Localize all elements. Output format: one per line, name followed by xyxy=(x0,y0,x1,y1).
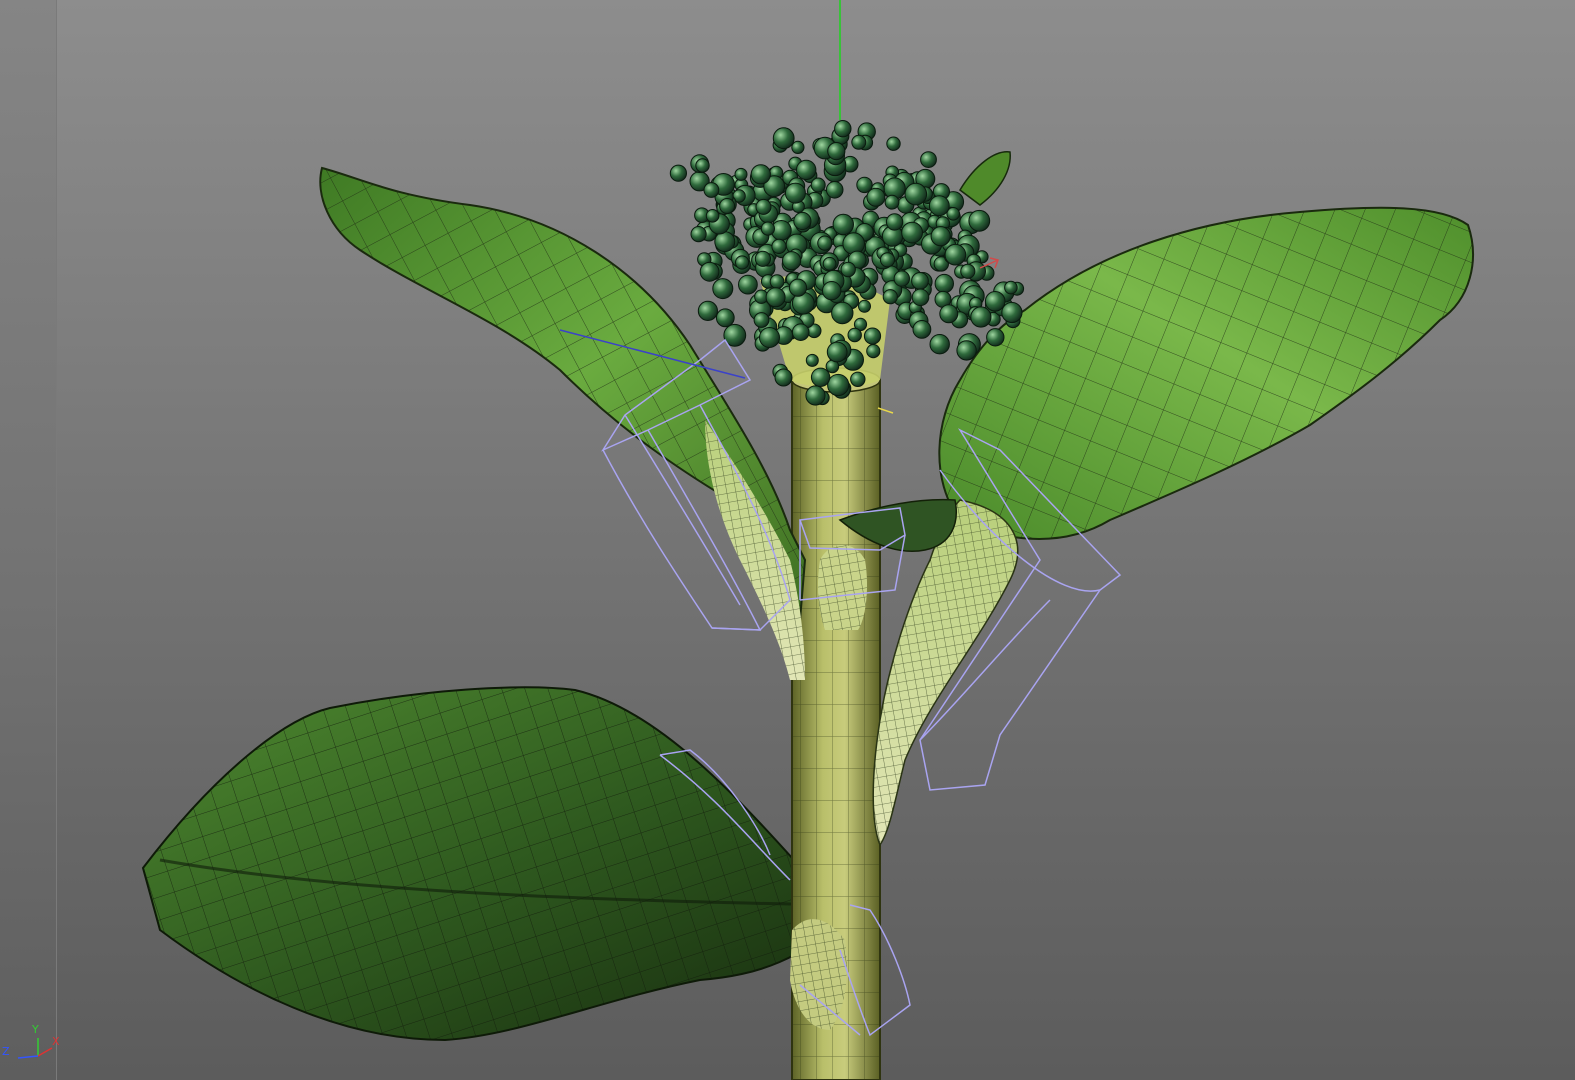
flower-bud xyxy=(712,278,734,300)
flower-bud xyxy=(793,211,812,231)
flower-bud xyxy=(771,238,787,254)
flower-bud xyxy=(769,274,785,290)
flower-bud xyxy=(765,287,786,308)
flower-bud xyxy=(734,167,748,181)
flower-bud xyxy=(893,270,910,287)
flower-bud xyxy=(719,198,736,214)
axis-label-z: Z xyxy=(2,1045,10,1058)
flower-bud xyxy=(791,323,810,342)
flower-bud xyxy=(760,221,776,236)
flower-bud xyxy=(939,304,959,324)
flower-bud xyxy=(929,334,950,355)
flower-bud xyxy=(960,263,976,279)
flower-bud xyxy=(847,327,862,343)
flower-bud xyxy=(834,120,852,138)
app-window: Y X Z xyxy=(0,0,1575,1080)
flower-bud xyxy=(1004,280,1018,295)
flower-bud xyxy=(669,164,688,182)
flower-bud xyxy=(904,182,928,206)
flower-bud xyxy=(928,195,950,217)
flower-bud xyxy=(738,274,758,295)
axis-label-y: Y xyxy=(32,1023,39,1036)
flower-bud xyxy=(884,194,900,210)
flower-bud xyxy=(810,367,831,387)
axis-orientation-gizmo: Y X Z xyxy=(0,1020,64,1068)
flower-bud xyxy=(705,209,720,223)
flower-bud xyxy=(885,213,904,231)
flower-bud xyxy=(714,231,736,253)
flower-bud xyxy=(866,344,881,359)
flower-bud xyxy=(882,289,898,305)
flower-bud xyxy=(690,226,707,243)
flower-bud xyxy=(1001,301,1023,324)
flower-bud xyxy=(920,151,937,169)
leaf-lower-left[interactable] xyxy=(141,686,857,1042)
flower-bud xyxy=(697,300,719,321)
flower-bud xyxy=(825,181,844,199)
scene-render xyxy=(141,0,1474,1080)
flower-bud xyxy=(703,182,720,198)
flower-bud xyxy=(826,341,848,363)
flower-bud xyxy=(782,251,802,271)
flower-bud xyxy=(759,327,780,348)
flower-bud xyxy=(805,385,826,406)
flower-bud xyxy=(866,187,886,207)
flower-bud xyxy=(968,209,991,232)
flower-bud xyxy=(735,255,750,270)
flower-bud xyxy=(912,320,932,339)
flower-bud xyxy=(822,281,842,301)
flower-bud xyxy=(930,226,951,247)
flower-bud xyxy=(817,235,833,251)
flower-bud xyxy=(970,306,992,328)
axis-label-x: X xyxy=(52,1035,60,1048)
flower-bud xyxy=(784,182,806,204)
flower-bud xyxy=(822,256,837,271)
flower-bud xyxy=(832,213,854,236)
flower-bud xyxy=(944,243,967,266)
flower-bud xyxy=(715,308,735,328)
flower-bud xyxy=(695,158,710,173)
flower-bud xyxy=(901,221,923,244)
flower-bud xyxy=(842,232,866,255)
flower-bud xyxy=(753,312,770,328)
flower-bud xyxy=(796,159,817,181)
flower-bud xyxy=(879,252,896,268)
flower-bud xyxy=(827,142,846,161)
flower-bud xyxy=(827,373,850,397)
flower-bud xyxy=(911,272,929,290)
flower-bud xyxy=(772,127,795,150)
flower-bud xyxy=(984,291,1006,312)
flower-bud xyxy=(986,328,1005,347)
flower-bud xyxy=(810,177,826,193)
flower-bud xyxy=(774,368,793,387)
flower-bud xyxy=(934,273,954,294)
flower-bud xyxy=(788,278,808,297)
flower-bud xyxy=(831,301,854,325)
flower-bud xyxy=(850,371,866,387)
flower-bud xyxy=(886,136,901,151)
flower-bud xyxy=(911,288,930,307)
flower-bud xyxy=(750,164,771,185)
flower-bud xyxy=(863,327,882,345)
flower-bud xyxy=(851,134,867,150)
flower-bud xyxy=(791,140,805,154)
flower-bud xyxy=(956,340,977,361)
flower-bud xyxy=(755,198,772,215)
flower-bud xyxy=(754,250,772,267)
flower-bud xyxy=(858,299,871,313)
flower-bud xyxy=(840,261,856,278)
flower-bud xyxy=(805,353,819,367)
flower-bud xyxy=(699,261,720,282)
